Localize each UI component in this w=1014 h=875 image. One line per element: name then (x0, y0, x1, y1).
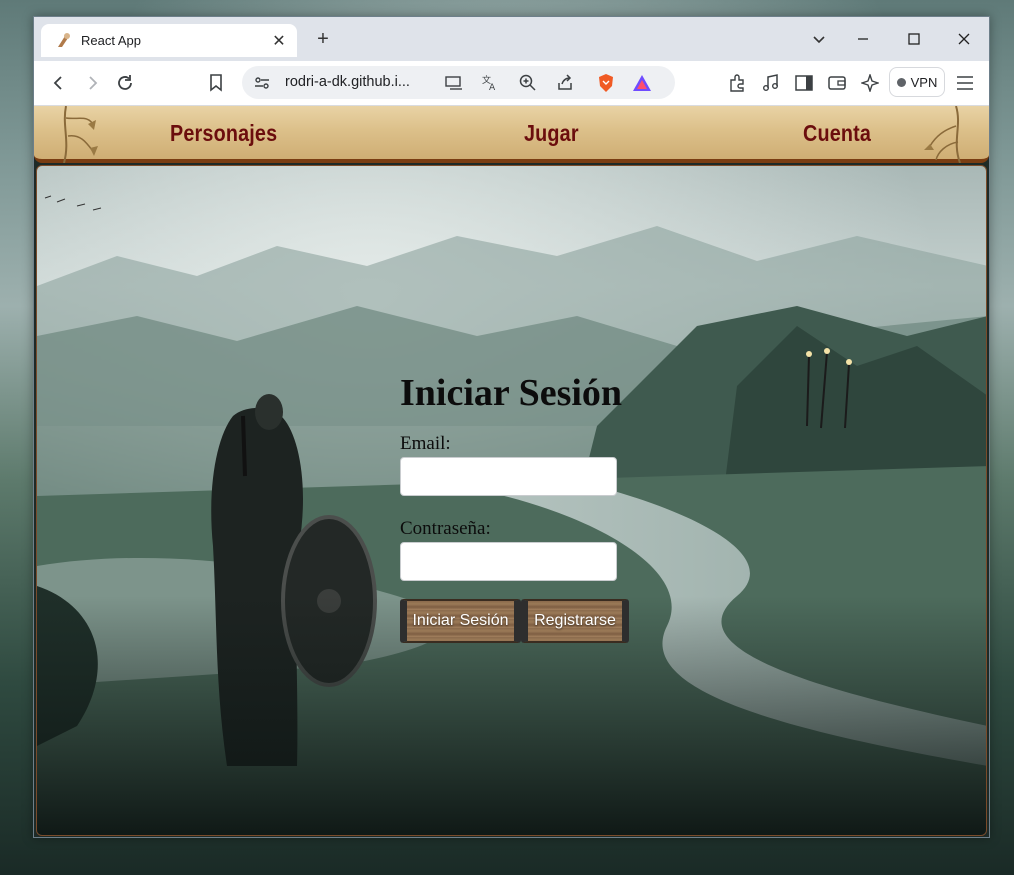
page-title: Iniciar Sesión (400, 372, 623, 414)
vine-ornament-left-icon (63, 106, 98, 163)
nav-link-personajes[interactable]: Personajes (170, 120, 277, 147)
nav-link-jugar[interactable]: Jugar (524, 120, 579, 147)
media-icon[interactable] (759, 71, 783, 95)
zoom-icon[interactable] (516, 71, 540, 95)
new-tab-button[interactable]: + (312, 28, 334, 50)
close-window-button[interactable] (952, 27, 976, 51)
vine-ornament-right-icon (924, 106, 961, 163)
brave-shields-icon[interactable] (594, 71, 618, 95)
email-field[interactable] (400, 457, 617, 496)
vpn-status-dot (896, 77, 906, 87)
vpn-label: VPN (910, 74, 938, 90)
cast-icon[interactable] (442, 71, 466, 95)
page-viewport: Personajes Jugar Cuenta Iniciar Sesión E… (34, 106, 989, 837)
maximize-button[interactable] (902, 27, 926, 51)
wallet-icon[interactable] (825, 71, 849, 95)
svg-text:A: A (489, 83, 496, 92)
leo-ai-icon[interactable] (858, 71, 882, 95)
brave-rewards-icon[interactable] (630, 71, 654, 95)
browser-toolbar: rodri-a-dk.github.i... 文A VPN (34, 61, 989, 106)
login-button[interactable]: Iniciar Sesión (400, 599, 521, 643)
menu-icon[interactable] (953, 71, 977, 95)
tab-search-chevron-icon[interactable] (807, 27, 831, 51)
login-form: Iniciar Sesión Email: Contraseña: Inicia… (400, 371, 660, 643)
url-text: rodri-a-dk.github.i... (285, 74, 410, 90)
sidebar-icon[interactable] (792, 71, 816, 95)
browser-window: React App ✕ + rodri-a-dk.github.i... 文 A… (33, 16, 990, 838)
site-settings-icon[interactable] (250, 71, 274, 95)
password-label: Contraseña: (400, 518, 491, 539)
back-button[interactable] (47, 71, 71, 95)
forward-button[interactable] (80, 71, 104, 95)
register-button[interactable]: Registrarse (521, 599, 629, 643)
tab-title: React App (81, 33, 141, 48)
reload-button[interactable] (113, 71, 137, 95)
vpn-button[interactable]: VPN (889, 67, 945, 97)
translate-icon[interactable]: 文A (478, 71, 502, 95)
address-bar[interactable]: rodri-a-dk.github.i... 文A (242, 66, 675, 99)
email-label: Email: (400, 433, 451, 454)
minimize-button[interactable] (851, 27, 875, 51)
top-navbar: Personajes Jugar Cuenta (34, 106, 989, 163)
browser-tab[interactable]: React App ✕ (41, 24, 297, 57)
form-buttons: Iniciar Sesión Registrarse (400, 599, 660, 643)
share-icon[interactable] (553, 71, 577, 95)
bookmark-icon[interactable] (204, 71, 228, 95)
extensions-icon[interactable] (725, 71, 749, 95)
close-tab-icon[interactable]: ✕ (269, 31, 289, 51)
nav-link-cuenta[interactable]: Cuenta (803, 120, 871, 147)
password-field[interactable] (400, 542, 617, 581)
tab-strip: React App ✕ + (34, 17, 989, 61)
hero-background: Iniciar Sesión Email: Contraseña: Inicia… (36, 165, 987, 836)
favicon-icon (55, 32, 73, 50)
